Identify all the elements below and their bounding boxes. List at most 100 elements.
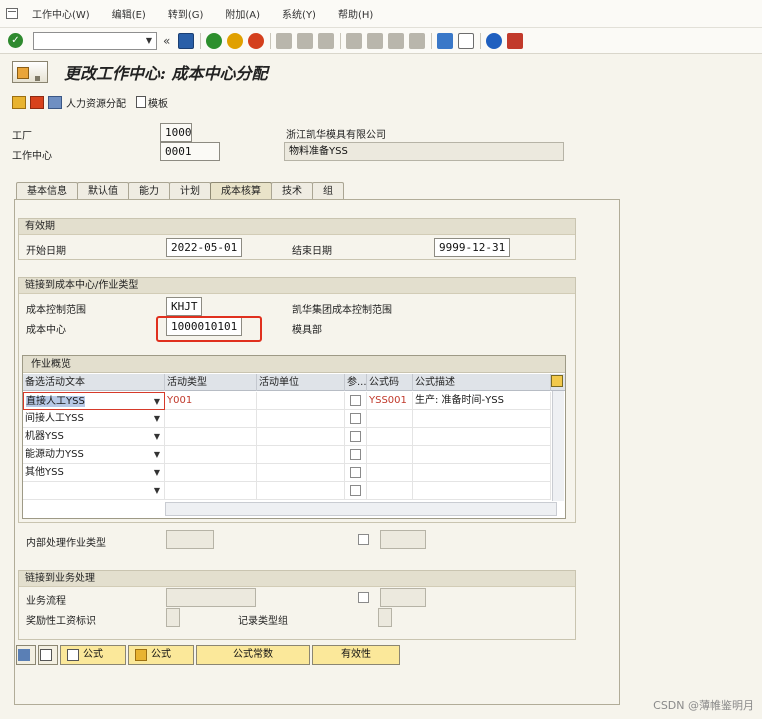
back-icon[interactable] bbox=[206, 32, 222, 49]
help-icon[interactable] bbox=[486, 32, 502, 49]
alt-activity-text-cell[interactable]: 其他YSS ▼ bbox=[23, 464, 165, 482]
next-page-icon[interactable] bbox=[388, 32, 404, 49]
validity-button[interactable]: 有效性 bbox=[312, 645, 400, 665]
table-vertical-scrollbar[interactable] bbox=[552, 391, 564, 501]
internal-activity-field[interactable] bbox=[166, 530, 214, 549]
hr-assignment-icon[interactable] bbox=[48, 95, 62, 109]
activity-unit-cell[interactable] bbox=[257, 428, 345, 446]
col-activity-unit[interactable]: 活动单位 bbox=[257, 374, 345, 391]
formula-key-cell[interactable]: YSS001 bbox=[367, 392, 413, 410]
formula-button-1[interactable]: 公式 bbox=[60, 645, 126, 665]
activity-unit-cell[interactable] bbox=[257, 464, 345, 482]
formula-key-cell[interactable] bbox=[367, 446, 413, 464]
tab-default-values[interactable]: 默认值 bbox=[77, 182, 129, 200]
delete-button[interactable] bbox=[16, 645, 36, 665]
tab-capacities[interactable]: 能力 bbox=[128, 182, 170, 200]
formula-key-cell[interactable] bbox=[367, 410, 413, 428]
prev-page-icon[interactable] bbox=[367, 32, 383, 49]
first-page-icon[interactable] bbox=[346, 32, 362, 49]
tab-scheduling[interactable]: 计划 bbox=[169, 182, 211, 200]
chevron-down-icon[interactable]: ▼ bbox=[142, 33, 156, 49]
business-process-field[interactable] bbox=[166, 588, 256, 607]
chevron-down-icon[interactable]: ▼ bbox=[154, 393, 160, 409]
menu-goto[interactable]: 转到(G) bbox=[168, 6, 204, 21]
shortcut-icon[interactable] bbox=[458, 32, 474, 49]
activity-unit-cell[interactable] bbox=[257, 482, 345, 500]
activity-type-cell[interactable] bbox=[165, 446, 257, 464]
chevron-down-icon[interactable]: ▼ bbox=[154, 446, 160, 463]
formula-key-cell[interactable] bbox=[367, 464, 413, 482]
col-formula-key[interactable]: 公式码 bbox=[367, 374, 413, 391]
hr-assignment-button[interactable]: 人力资源分配 bbox=[66, 95, 126, 110]
template-icon[interactable] bbox=[136, 96, 146, 108]
business-process-value-field[interactable] bbox=[380, 588, 426, 607]
layout-icon[interactable] bbox=[507, 32, 523, 49]
alt-activity-text-cell[interactable]: 能源动力YSS ▼ bbox=[23, 446, 165, 464]
chevron-down-icon[interactable]: ▼ bbox=[154, 428, 160, 445]
hierarchy-icon[interactable] bbox=[12, 95, 26, 109]
formula-key-cell[interactable] bbox=[367, 482, 413, 500]
formula-button-2[interactable]: 公式 bbox=[128, 645, 194, 665]
controlling-area-field[interactable]: KHJT bbox=[166, 297, 202, 316]
formula-constants-button[interactable]: 公式常数 bbox=[196, 645, 310, 665]
activity-type-cell[interactable] bbox=[165, 428, 257, 446]
menu-extras[interactable]: 附加(A) bbox=[225, 6, 260, 21]
tab-basic-data[interactable]: 基本信息 bbox=[16, 182, 78, 200]
reference-checkbox[interactable] bbox=[350, 467, 361, 478]
internal-activity-value-field[interactable] bbox=[380, 530, 426, 549]
table-settings-icon[interactable] bbox=[551, 375, 563, 387]
table-horizontal-scrollbar[interactable] bbox=[165, 502, 557, 516]
chevron-down-icon[interactable]: ▼ bbox=[154, 482, 160, 499]
reference-checkbox[interactable] bbox=[350, 449, 361, 460]
incentive-wage-field[interactable] bbox=[166, 608, 180, 627]
activity-unit-cell[interactable] bbox=[257, 410, 345, 428]
last-page-icon[interactable] bbox=[409, 32, 425, 49]
col-formula-description[interactable]: 公式描述 bbox=[413, 374, 551, 391]
workcenter-field[interactable]: 0001 bbox=[160, 142, 220, 161]
alt-activity-text-cell[interactable]: ▼ bbox=[23, 482, 165, 500]
formula-key-cell[interactable] bbox=[367, 428, 413, 446]
workcenter-description[interactable]: 物料准备YSS bbox=[284, 142, 564, 161]
start-date-field[interactable]: 2022-05-01 bbox=[166, 238, 242, 257]
menu-system[interactable]: 系统(Y) bbox=[282, 6, 316, 21]
save-icon[interactable] bbox=[178, 32, 194, 49]
tab-costing[interactable]: 成本核算 bbox=[210, 182, 272, 200]
end-date-field[interactable]: 9999-12-31 bbox=[434, 238, 510, 257]
new-entry-button[interactable] bbox=[38, 645, 58, 665]
activity-type-cell[interactable] bbox=[165, 464, 257, 482]
reference-checkbox[interactable] bbox=[350, 431, 361, 442]
alt-activity-text-cell[interactable]: 间接人工YSS ▼ bbox=[23, 410, 165, 428]
alt-activity-text-cell[interactable]: 机器YSS ▼ bbox=[23, 428, 165, 446]
reference-checkbox[interactable] bbox=[350, 485, 361, 496]
business-process-checkbox[interactable] bbox=[358, 592, 369, 603]
double-chevron-left-icon[interactable]: « bbox=[163, 34, 173, 48]
template-button[interactable]: 模板 bbox=[148, 95, 168, 110]
internal-activity-checkbox[interactable] bbox=[358, 534, 369, 545]
reference-checkbox[interactable] bbox=[350, 395, 361, 406]
change-icon[interactable] bbox=[30, 95, 44, 109]
cancel-icon[interactable] bbox=[248, 32, 264, 49]
col-activity-type[interactable]: 活动类型 bbox=[165, 374, 257, 391]
activity-type-cell[interactable] bbox=[165, 482, 257, 500]
activity-unit-cell[interactable] bbox=[257, 446, 345, 464]
tab-technical-data[interactable]: 技术 bbox=[271, 182, 313, 200]
print-icon[interactable] bbox=[276, 32, 292, 49]
plant-field[interactable]: 1000 bbox=[160, 123, 192, 142]
find-next-icon[interactable] bbox=[318, 32, 334, 49]
find-icon[interactable] bbox=[297, 32, 313, 49]
menu-edit[interactable]: 编辑(E) bbox=[112, 6, 146, 21]
ok-icon[interactable]: ✓ bbox=[8, 33, 23, 48]
col-reference[interactable]: 参... bbox=[345, 374, 367, 391]
reference-checkbox[interactable] bbox=[350, 413, 361, 424]
col-alt-activity-text[interactable]: 备选活动文本 bbox=[23, 374, 165, 391]
alt-activity-text-cell[interactable]: 直接人工YSS ▼ bbox=[23, 392, 165, 410]
menu-help[interactable]: 帮助(H) bbox=[338, 6, 373, 21]
activity-type-cell[interactable]: Y001 bbox=[165, 392, 257, 410]
new-session-icon[interactable] bbox=[437, 32, 453, 49]
activity-unit-cell[interactable] bbox=[257, 392, 345, 410]
menu-workcenter[interactable]: 工作中心(W) bbox=[32, 6, 90, 21]
command-field[interactable]: ▼ bbox=[33, 31, 157, 50]
exit-icon[interactable] bbox=[227, 32, 243, 49]
system-menu-icon[interactable] bbox=[6, 8, 18, 19]
chevron-down-icon[interactable]: ▼ bbox=[154, 410, 160, 427]
